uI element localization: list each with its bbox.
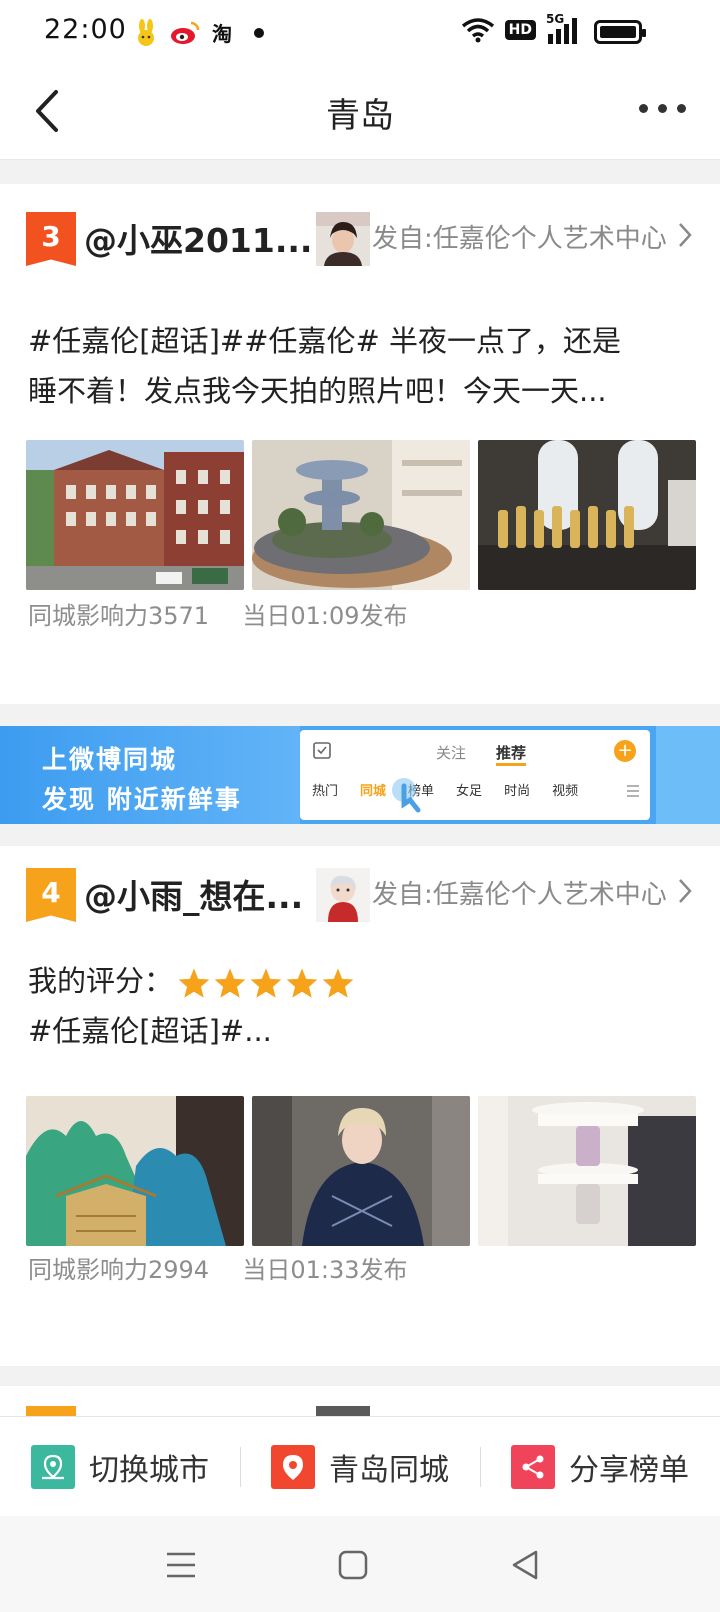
menu-icon[interactable]: [164, 1548, 198, 1582]
status-bar: 22:00 淘 HD 5G: [0, 0, 720, 64]
bunny-app-icon: [138, 18, 154, 46]
page-title: 青岛: [326, 96, 394, 136]
star-icon: [214, 968, 246, 998]
back-triangle-icon[interactable]: [508, 1548, 542, 1582]
banner-subline: 发现 附近新鲜事: [42, 785, 242, 814]
system-navigation-bar: [0, 1516, 720, 1612]
battery-icon: [594, 20, 646, 44]
plus-icon: +: [614, 740, 636, 762]
post-meta: 同城影响力3571 当日01:09发布: [28, 596, 408, 631]
tap-hand-icon: [392, 778, 421, 813]
rank-badge: 4: [26, 868, 76, 922]
post-text[interactable]: 我的评分： #任嘉伦[超话]#...: [28, 956, 688, 1056]
star-icon: [250, 968, 282, 998]
notification-dot: [254, 27, 264, 38]
banner-category: 视频: [552, 784, 579, 799]
signal-icon: 5G: [546, 12, 580, 44]
post-image-portrait[interactable]: [252, 1096, 470, 1246]
hd-badge: HD: [504, 20, 536, 40]
network-type: 5G: [546, 12, 565, 26]
share-ranking-button[interactable]: 分享榜单: [480, 1417, 720, 1516]
banner-category: 时尚: [504, 784, 531, 799]
post-card[interactable]: 3 @小巫2011... 发自:任嘉伦个人艺术中心 #任嘉伦[超话]##任嘉伦#…: [0, 184, 720, 704]
share-icon: [511, 1444, 555, 1489]
banner-headline: 上微博同城: [42, 745, 178, 774]
banner-category-row: 热门 同城 榜单 女足 时尚 视频: [312, 780, 578, 799]
weibo-icon: [171, 21, 200, 44]
avatar[interactable]: [316, 868, 370, 922]
system-status-icons: HD 5G: [461, 12, 580, 44]
status-time: 22:00: [44, 14, 127, 45]
switch-city-button[interactable]: 切换城市: [0, 1417, 240, 1516]
rating-stars: [177, 967, 355, 999]
city-influence: 同城影响力3571: [28, 602, 210, 630]
banner-category: 热门: [312, 784, 339, 799]
location-pin-icon: [271, 1444, 315, 1489]
more-options-icon[interactable]: [639, 104, 686, 113]
post-text[interactable]: #任嘉伦[超话]##任嘉伦# 半夜一点了，还是 睡不着！发点我今天拍的照片吧！今…: [28, 316, 688, 416]
banner-tab-follow: 关注: [436, 744, 467, 762]
weibo-local-banner[interactable]: 上微博同城 发现 附近新鲜事 关注 推荐 + 热门 同城 榜单 女足 时尚 视频: [0, 726, 720, 824]
username[interactable]: @小巫2011...: [84, 214, 312, 262]
star-icon: [286, 968, 318, 998]
share-ranking-label: 分享榜单: [569, 1452, 689, 1488]
post-time: 当日01:09发布: [242, 602, 408, 630]
star-icon: [322, 968, 354, 998]
star-icon: [178, 968, 210, 998]
banner-category: 同城: [360, 784, 387, 799]
local-city-label: 青岛同城: [329, 1452, 449, 1488]
post-card[interactable]: 4 @小雨_想在... 发自:任嘉伦个人艺术中心 我的评分： #任嘉伦[超话]#…: [0, 846, 720, 1366]
city-influence: 同城影响力2994: [28, 1256, 210, 1284]
post-source[interactable]: 发自:任嘉伦个人艺术中心: [372, 874, 667, 911]
rating-label: 我的评分：: [28, 964, 174, 998]
banner-category: 女足: [456, 784, 483, 799]
top-nav-bar: 青岛: [0, 64, 720, 160]
home-icon[interactable]: [336, 1548, 370, 1582]
bottom-action-bar: 切换城市 青岛同城 分享榜单: [0, 1416, 720, 1516]
map-pin-icon: [31, 1444, 75, 1489]
switch-city-label: 切换城市: [89, 1452, 209, 1488]
banner-tab-recommend: 推荐: [496, 742, 527, 766]
post-time: 当日01:33发布: [242, 1256, 408, 1284]
notification-icons: 淘: [134, 18, 264, 47]
post-images: [26, 440, 696, 590]
post-image-bottles[interactable]: [478, 440, 696, 590]
taobao-icon: 淘: [212, 22, 232, 46]
post-meta: 同城影响力2994 当日01:33发布: [28, 1250, 408, 1285]
local-city-button[interactable]: 青岛同城: [240, 1417, 480, 1516]
chevron-right-icon[interactable]: [674, 220, 696, 250]
wifi-icon: [461, 18, 494, 43]
post-text-line: #任嘉伦[超话]##任嘉伦# 半夜一点了，还是: [28, 324, 622, 358]
banner-preview-panel: 关注 推荐 + 热门 同城 榜单 女足 时尚 视频: [300, 730, 650, 820]
rating-row: 我的评分：: [28, 956, 688, 1006]
post-image-art[interactable]: [26, 1096, 244, 1246]
avatar[interactable]: [316, 212, 370, 266]
username[interactable]: @小雨_想在...: [84, 870, 303, 918]
calendar-icon: [313, 742, 331, 759]
menu-lines-icon: [627, 785, 639, 797]
post-image-display[interactable]: [478, 1096, 696, 1246]
post-image-fountain[interactable]: [252, 440, 470, 590]
rank-badge: 3: [26, 212, 76, 266]
post-text-line: #任嘉伦[超话]#...: [28, 1014, 272, 1048]
post-images: [26, 1096, 696, 1246]
post-source[interactable]: 发自:任嘉伦个人艺术中心: [372, 218, 667, 255]
chevron-right-icon[interactable]: [674, 876, 696, 906]
post-image-building[interactable]: [26, 440, 244, 590]
post-text-line: 睡不着！发点我今天拍的照片吧！今天一天...: [28, 374, 607, 408]
